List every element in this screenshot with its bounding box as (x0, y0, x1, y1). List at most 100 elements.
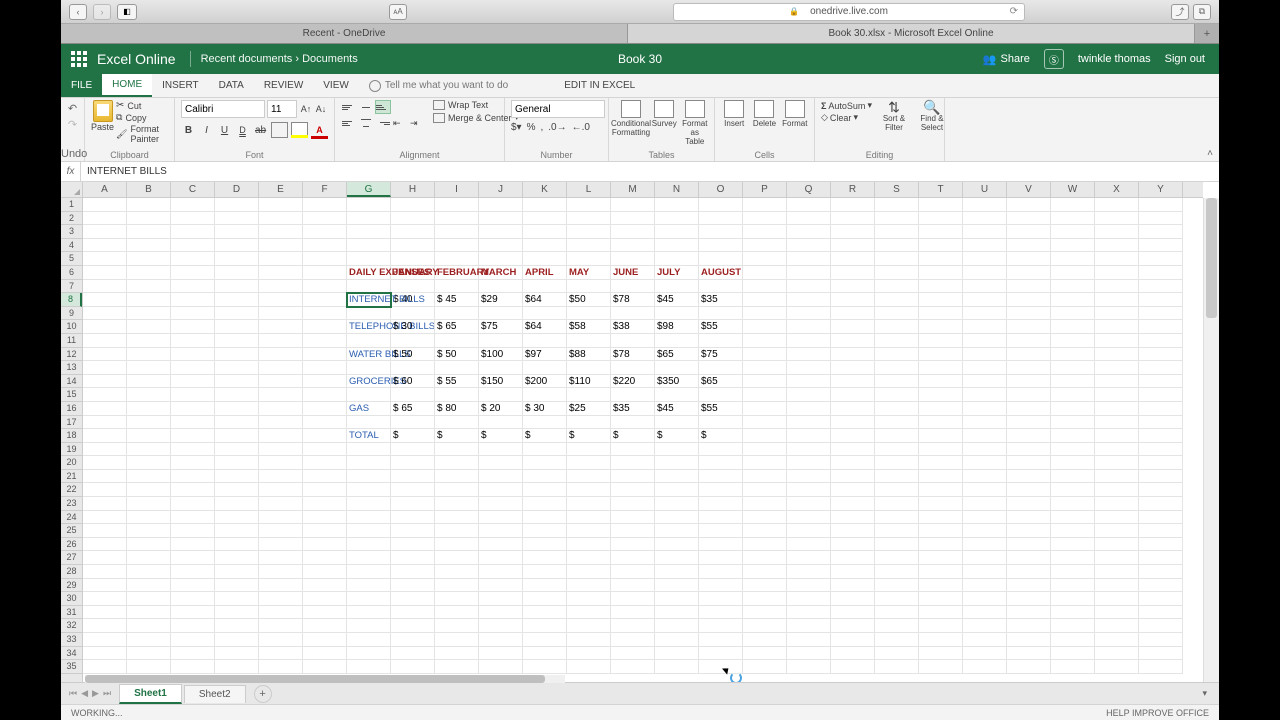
cell-L6[interactable]: MAY (567, 266, 611, 280)
cell-B16[interactable] (127, 402, 171, 416)
cell-E29[interactable] (259, 579, 303, 593)
cell-Q29[interactable] (787, 579, 831, 593)
cell-Q18[interactable] (787, 429, 831, 443)
cell-Y5[interactable] (1139, 252, 1183, 266)
cell-X13[interactable] (1095, 361, 1139, 375)
cell-P2[interactable] (743, 212, 787, 226)
cell-B4[interactable] (127, 239, 171, 253)
cell-G23[interactable] (347, 497, 391, 511)
new-tab-button[interactable]: + (1195, 24, 1219, 43)
cell-G31[interactable] (347, 606, 391, 620)
cell-O3[interactable] (699, 225, 743, 239)
cell-Q30[interactable] (787, 592, 831, 606)
col-header-A[interactable]: A (83, 182, 127, 197)
format-painter-button[interactable]: 🖌Format Painter (116, 124, 168, 144)
cell-N24[interactable] (655, 511, 699, 525)
cell-T2[interactable] (919, 212, 963, 226)
cell-S1[interactable] (875, 198, 919, 212)
cell-U34[interactable] (963, 647, 1007, 661)
cell-Q19[interactable] (787, 443, 831, 457)
cell-M35[interactable] (611, 660, 655, 674)
cell-V20[interactable] (1007, 456, 1051, 470)
cell-Q10[interactable] (787, 320, 831, 334)
cell-K14[interactable]: $200 (523, 375, 567, 389)
cell-E17[interactable] (259, 416, 303, 430)
cell-N25[interactable] (655, 524, 699, 538)
cell-H33[interactable] (391, 633, 435, 647)
cell-U24[interactable] (963, 511, 1007, 525)
cell-D4[interactable] (215, 239, 259, 253)
cell-R15[interactable] (831, 388, 875, 402)
cell-N21[interactable] (655, 470, 699, 484)
cell-E8[interactable] (259, 293, 303, 307)
cell-Y15[interactable] (1139, 388, 1183, 402)
cell-N29[interactable] (655, 579, 699, 593)
cell-A26[interactable] (83, 538, 127, 552)
cell-O4[interactable] (699, 239, 743, 253)
cell-P15[interactable] (743, 388, 787, 402)
cell-Q22[interactable] (787, 483, 831, 497)
cell-W21[interactable] (1051, 470, 1095, 484)
cell-S29[interactable] (875, 579, 919, 593)
cell-J16[interactable]: $ 20 (479, 402, 523, 416)
cell-K21[interactable] (523, 470, 567, 484)
cell-T12[interactable] (919, 348, 963, 362)
col-header-G[interactable]: G (347, 182, 391, 197)
cell-J19[interactable] (479, 443, 523, 457)
cell-L21[interactable] (567, 470, 611, 484)
cell-Y32[interactable] (1139, 619, 1183, 633)
cell-S4[interactable] (875, 239, 919, 253)
cell-F15[interactable] (303, 388, 347, 402)
cell-V35[interactable] (1007, 660, 1051, 674)
cell-M22[interactable] (611, 483, 655, 497)
indent-inc-button[interactable]: ⇥ (409, 116, 425, 130)
cell-Y26[interactable] (1139, 538, 1183, 552)
cell-H22[interactable] (391, 483, 435, 497)
cell-F35[interactable] (303, 660, 347, 674)
col-header-Y[interactable]: Y (1139, 182, 1183, 197)
cell-F29[interactable] (303, 579, 347, 593)
cell-C29[interactable] (171, 579, 215, 593)
cell-X24[interactable] (1095, 511, 1139, 525)
cell-O31[interactable] (699, 606, 743, 620)
cell-L15[interactable] (567, 388, 611, 402)
cell-H31[interactable] (391, 606, 435, 620)
cell-U17[interactable] (963, 416, 1007, 430)
cell-S32[interactable] (875, 619, 919, 633)
cell-S8[interactable] (875, 293, 919, 307)
cell-D13[interactable] (215, 361, 259, 375)
cell-T10[interactable] (919, 320, 963, 334)
cell-R22[interactable] (831, 483, 875, 497)
cell-D18[interactable] (215, 429, 259, 443)
col-header-B[interactable]: B (127, 182, 171, 197)
cell-L1[interactable] (567, 198, 611, 212)
cell-K22[interactable] (523, 483, 567, 497)
cell-C15[interactable] (171, 388, 215, 402)
cell-Q34[interactable] (787, 647, 831, 661)
col-header-H[interactable]: H (391, 182, 435, 197)
cell-H12[interactable]: $ 50 (391, 348, 435, 362)
cell-X35[interactable] (1095, 660, 1139, 674)
cell-M28[interactable] (611, 565, 655, 579)
cell-G12[interactable]: WATER BILLS (347, 348, 391, 362)
cell-K2[interactable] (523, 212, 567, 226)
cell-C34[interactable] (171, 647, 215, 661)
cell-L14[interactable]: $110 (567, 375, 611, 389)
cell-M25[interactable] (611, 524, 655, 538)
cell-B24[interactable] (127, 511, 171, 525)
cell-L2[interactable] (567, 212, 611, 226)
cell-V31[interactable] (1007, 606, 1051, 620)
cell-W1[interactable] (1051, 198, 1095, 212)
cell-S15[interactable] (875, 388, 919, 402)
cell-Y4[interactable] (1139, 239, 1183, 253)
cell-A4[interactable] (83, 239, 127, 253)
cell-P14[interactable] (743, 375, 787, 389)
cell-J17[interactable] (479, 416, 523, 430)
cell-M11[interactable] (611, 334, 655, 348)
cell-C13[interactable] (171, 361, 215, 375)
cell-U28[interactable] (963, 565, 1007, 579)
cell-I2[interactable] (435, 212, 479, 226)
cell-V18[interactable] (1007, 429, 1051, 443)
row-header-26[interactable]: 26 (61, 538, 82, 552)
cell-J10[interactable]: $75 (479, 320, 523, 334)
